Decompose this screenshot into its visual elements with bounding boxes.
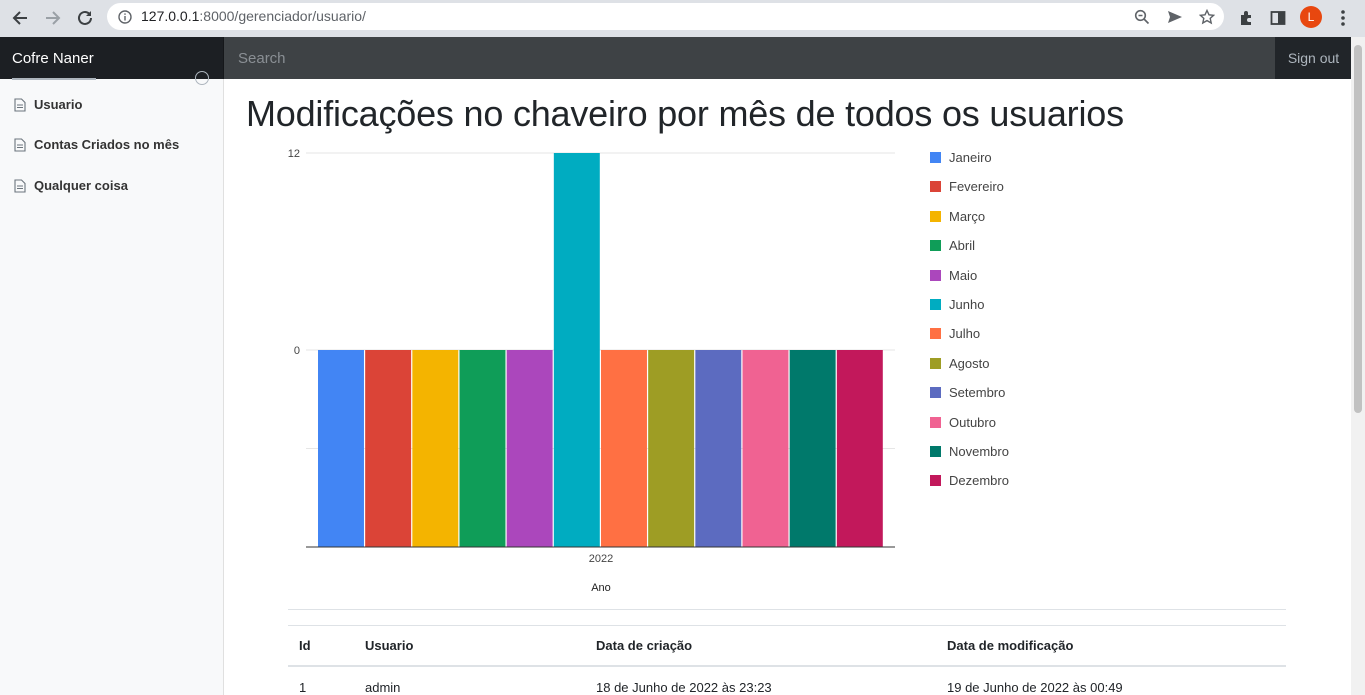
add-report-icon[interactable] <box>195 71 209 85</box>
site-info-icon[interactable] <box>115 7 135 27</box>
cell-data-criacao: 18 de Junho de 2022 às 23:23 <box>596 680 772 695</box>
bar-novembro <box>789 350 836 547</box>
file-icon <box>14 178 26 193</box>
bar-julho <box>601 350 647 547</box>
url-text: 127.0.0.1:8000/gerenciador/usuario/ <box>141 8 366 24</box>
legend-label: Março <box>949 208 986 224</box>
file-icon <box>14 97 26 112</box>
legend-item[interactable]: Julho <box>930 326 980 341</box>
header-usuario: Usuario <box>365 638 414 653</box>
extensions-icon[interactable] <box>1234 6 1258 30</box>
legend-label: Fevereiro <box>949 179 1004 195</box>
sidebar-item-qualquer[interactable]: Qualquer coisa <box>14 178 128 193</box>
side-panel-icon[interactable] <box>1266 6 1290 30</box>
bar-dezembro <box>836 350 883 547</box>
legend-label: Dezembro <box>949 473 1009 489</box>
y-tick-label: 12 <box>288 148 300 160</box>
divider <box>288 609 1286 610</box>
legend-item[interactable]: Agosto <box>930 356 989 371</box>
file-icon <box>14 137 26 152</box>
x-axis-title: Ano <box>591 582 611 594</box>
zoom-icon[interactable] <box>1132 7 1152 27</box>
scrollbar-thumb[interactable] <box>1354 45 1362 413</box>
legend-swatch <box>930 181 941 193</box>
sidebar-item-label: Usuario <box>34 97 83 112</box>
legend-label: Setembro <box>949 385 1006 401</box>
legend-item[interactable]: Abril <box>930 238 975 253</box>
cell-id: 1 <box>299 680 307 695</box>
legend-item[interactable]: Fevereiro <box>930 179 1004 194</box>
menu-kebab-icon[interactable] <box>1331 6 1355 30</box>
brand-link[interactable]: Cofre Naner <box>0 37 224 79</box>
legend-item[interactable]: Novembro <box>930 444 1009 459</box>
legend-swatch <box>930 210 941 222</box>
header-id: Id <box>299 638 311 653</box>
browser-toolbar: 127.0.0.1:8000/gerenciador/usuario/ L <box>0 0 1365 37</box>
profile-avatar[interactable]: L <box>1300 6 1322 28</box>
back-icon[interactable] <box>8 6 32 30</box>
send-icon[interactable] <box>1165 7 1185 27</box>
page-scrollbar[interactable] <box>1351 37 1365 695</box>
search-input[interactable] <box>224 37 1275 79</box>
legend-label: Novembro <box>949 444 1009 459</box>
sidebar-clipped-heading <box>12 75 102 81</box>
x-tick-label: 2022 <box>589 553 613 565</box>
sidebar-item-usuario[interactable]: Usuario <box>14 97 82 112</box>
bar-setembro <box>695 350 742 547</box>
legend-item[interactable]: Dezembro <box>930 473 1009 488</box>
page-title: Modificações no chaveiro por mês de todo… <box>246 93 1124 134</box>
legend-item[interactable]: Janeiro <box>930 150 992 165</box>
bar-fevereiro <box>365 350 412 547</box>
legend-label: Maio <box>949 267 978 283</box>
bar-chart: 12 0 2022 Ano <box>288 148 895 594</box>
header-data-modificacao: Data de modificação <box>947 638 1074 653</box>
bookmark-star-icon[interactable] <box>1197 7 1217 27</box>
cell-usuario: admin <box>365 680 401 695</box>
sidebar-item-label: Qualquer coisa <box>34 178 128 193</box>
legend-item[interactable]: Maio <box>930 268 977 283</box>
legend-label: Junho <box>949 297 985 312</box>
legend-swatch <box>930 328 941 340</box>
sidebar-item-label: Contas Criados no mês <box>34 137 180 152</box>
bar-março <box>412 350 459 547</box>
reload-icon[interactable] <box>73 6 97 30</box>
sidebar: Usuario Contas Criados no mês Qualquer c… <box>0 71 224 695</box>
legend-item[interactable]: Setembro <box>930 385 1005 400</box>
legend-swatch <box>930 475 941 487</box>
address-bar[interactable]: 127.0.0.1:8000/gerenciador/usuario/ <box>107 3 1224 30</box>
legend-label: Outubro <box>949 414 996 430</box>
legend-item[interactable]: Junho <box>930 297 984 312</box>
y-tick-label: 0 <box>294 345 300 357</box>
legend-item[interactable]: Outubro <box>930 415 996 430</box>
bar-janeiro <box>318 350 364 547</box>
legend-label: Agosto <box>949 355 990 371</box>
legend-swatch <box>930 269 941 281</box>
legend-swatch <box>930 357 941 369</box>
sign-out-link[interactable]: Sign out <box>1276 37 1351 79</box>
bar-abril <box>459 350 506 547</box>
legend-label: Janeiro <box>949 150 992 165</box>
cell-data-modificacao: 19 de Junho de 2022 às 00:49 <box>947 680 1123 695</box>
header-data-criacao: Data de criação <box>596 638 693 653</box>
legend-swatch <box>930 446 941 457</box>
legend-swatch <box>930 240 941 252</box>
legend-swatch <box>930 387 941 399</box>
bar-outubro <box>742 350 789 547</box>
sidebar-item-contas[interactable]: Contas Criados no mês <box>14 137 179 152</box>
bar-maio <box>506 350 553 547</box>
bar-junho <box>553 153 600 547</box>
table-header: Id Usuario Data de criação Data de modif… <box>288 625 1286 667</box>
legend-label: Julho <box>949 326 981 342</box>
legend-item[interactable]: Março <box>930 209 985 224</box>
legend-swatch <box>930 299 941 310</box>
legend-label: Abril <box>949 238 976 254</box>
forward-icon[interactable] <box>41 6 65 30</box>
legend-swatch <box>930 416 941 428</box>
legend-swatch <box>930 152 941 163</box>
bar-agosto <box>648 350 695 547</box>
